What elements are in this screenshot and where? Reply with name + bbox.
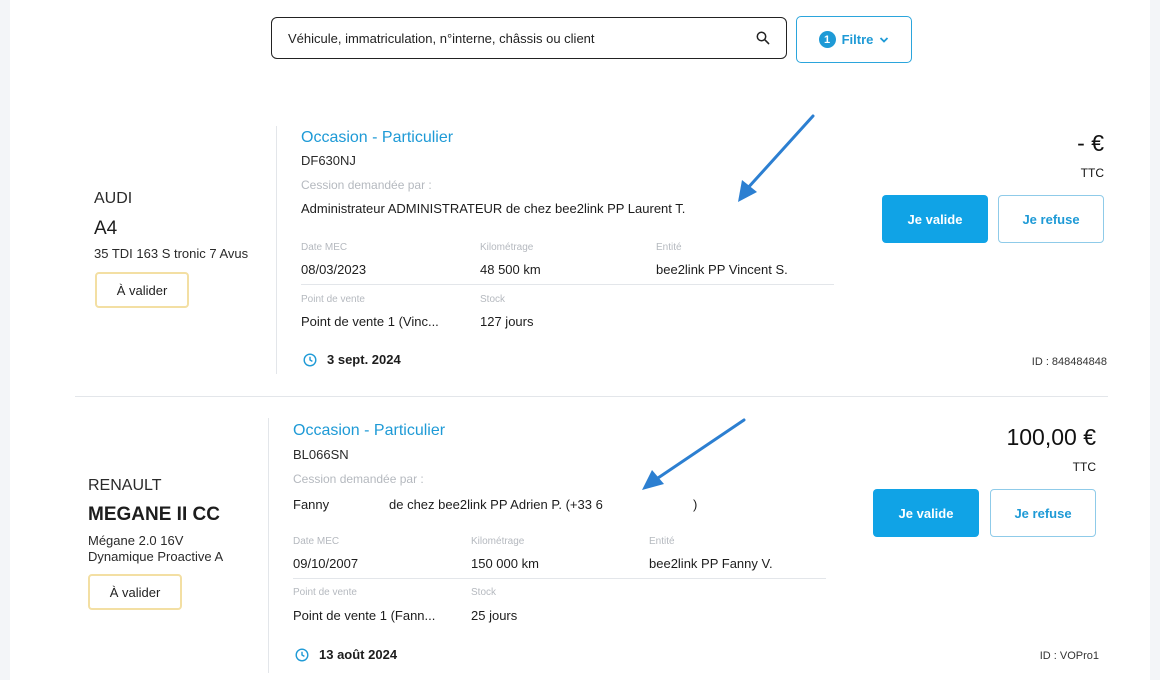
pos-value: Point de vente 1 (Fann... (293, 608, 436, 623)
entity-label: Entité (649, 536, 675, 547)
pos-label: Point de vente (293, 587, 357, 598)
stock-label: Stock (471, 587, 497, 598)
date-value: 3 sept. 2024 (327, 352, 401, 367)
pos-value: Point de vente 1 (Vinc... (301, 314, 439, 329)
km-label: Kilométrage (471, 536, 525, 547)
vehicle-version-line2: Dynamique Proactive A (88, 549, 224, 564)
entity-value: bee2link PP Vincent S. (656, 262, 788, 277)
km-label: Kilométrage (480, 242, 534, 253)
date-mec-label: Date MEC (301, 242, 348, 253)
validate-button[interactable]: Je valide (882, 195, 988, 243)
requester: Administrateur ADMINISTRATEUR de chez be… (301, 201, 686, 216)
search-bar[interactable] (271, 17, 787, 59)
vehicle-id: ID : VOPro1 (1039, 650, 1099, 662)
license-plate: BL066SN (293, 447, 349, 462)
stock-label: Stock (480, 294, 506, 305)
stock-value: 25 jours (471, 608, 518, 623)
vehicle-version-line1: Mégane 2.0 16V (88, 533, 184, 548)
date-mec-label: Date MEC (293, 536, 340, 547)
status-label: À valider (109, 584, 161, 600)
status-badge[interactable]: À valider (95, 272, 189, 308)
divider (293, 578, 826, 579)
chevron-down-icon (880, 36, 889, 43)
search-icon[interactable] (756, 31, 770, 45)
requester-details: de chez bee2link PP Adrien P. (+33 6 (389, 497, 603, 512)
filter-label: Filtre (841, 32, 874, 47)
km-value: 48 500 km (480, 262, 541, 277)
arrow-annotation (642, 418, 746, 490)
search-input[interactable] (288, 30, 756, 46)
requester-first-name: Fanny (293, 497, 330, 512)
refuse-button[interactable]: Je refuse (998, 195, 1104, 243)
divider (301, 284, 834, 285)
card-separator (75, 396, 1108, 397)
divider (276, 126, 277, 374)
vehicle-id: ID : 848484848 (1031, 356, 1107, 368)
filter-button[interactable]: 1 Filtre (796, 16, 912, 63)
ttc-label: TTC (1072, 460, 1096, 474)
date-row: 13 août 2024 (295, 647, 397, 662)
requested-by-label: Cession demandée par : (293, 472, 424, 486)
arrow-annotation (738, 114, 815, 202)
validate-button[interactable]: Je valide (873, 489, 979, 537)
entity-label: Entité (656, 242, 682, 253)
filter-count-badge: 1 (818, 31, 836, 48)
refuse-button[interactable]: Je refuse (990, 489, 1096, 537)
entity-value: bee2link PP Fanny V. (649, 556, 773, 571)
km-value: 150 000 km (471, 556, 539, 571)
clock-icon (295, 647, 309, 662)
price: - € (1077, 130, 1104, 156)
vehicle-version: 35 TDI 163 S tronic 7 Avus (94, 246, 249, 261)
pos-label: Point de vente (301, 294, 365, 305)
date-mec-value: 09/10/2007 (293, 556, 359, 571)
vehicle-model: MEGANE II CC (88, 504, 220, 525)
vehicle-brand: AUDI (94, 190, 133, 207)
date-value: 13 août 2024 (319, 647, 398, 662)
status-badge[interactable]: À valider (88, 574, 182, 610)
stock-value: 127 jours (480, 314, 534, 329)
vehicle-brand: RENAULT (88, 477, 162, 494)
status-label: À valider (116, 282, 168, 298)
divider (268, 418, 269, 673)
date-row: 3 sept. 2024 (303, 352, 401, 367)
offer-type[interactable]: Occasion - Particulier (293, 422, 445, 440)
price: 100,00 € (1006, 424, 1096, 450)
page: 1 Filtre AUDI A4 35 TDI 163 S tronic 7 A… (10, 0, 1150, 680)
vehicle-model: A4 (94, 218, 118, 239)
license-plate: DF630NJ (301, 153, 356, 168)
clock-icon (303, 352, 317, 367)
date-mec-value: 08/03/2023 (301, 262, 367, 277)
ttc-label: TTC (1080, 166, 1104, 180)
requested-by-label: Cession demandée par : (301, 178, 432, 192)
offer-type[interactable]: Occasion - Particulier (301, 129, 453, 147)
